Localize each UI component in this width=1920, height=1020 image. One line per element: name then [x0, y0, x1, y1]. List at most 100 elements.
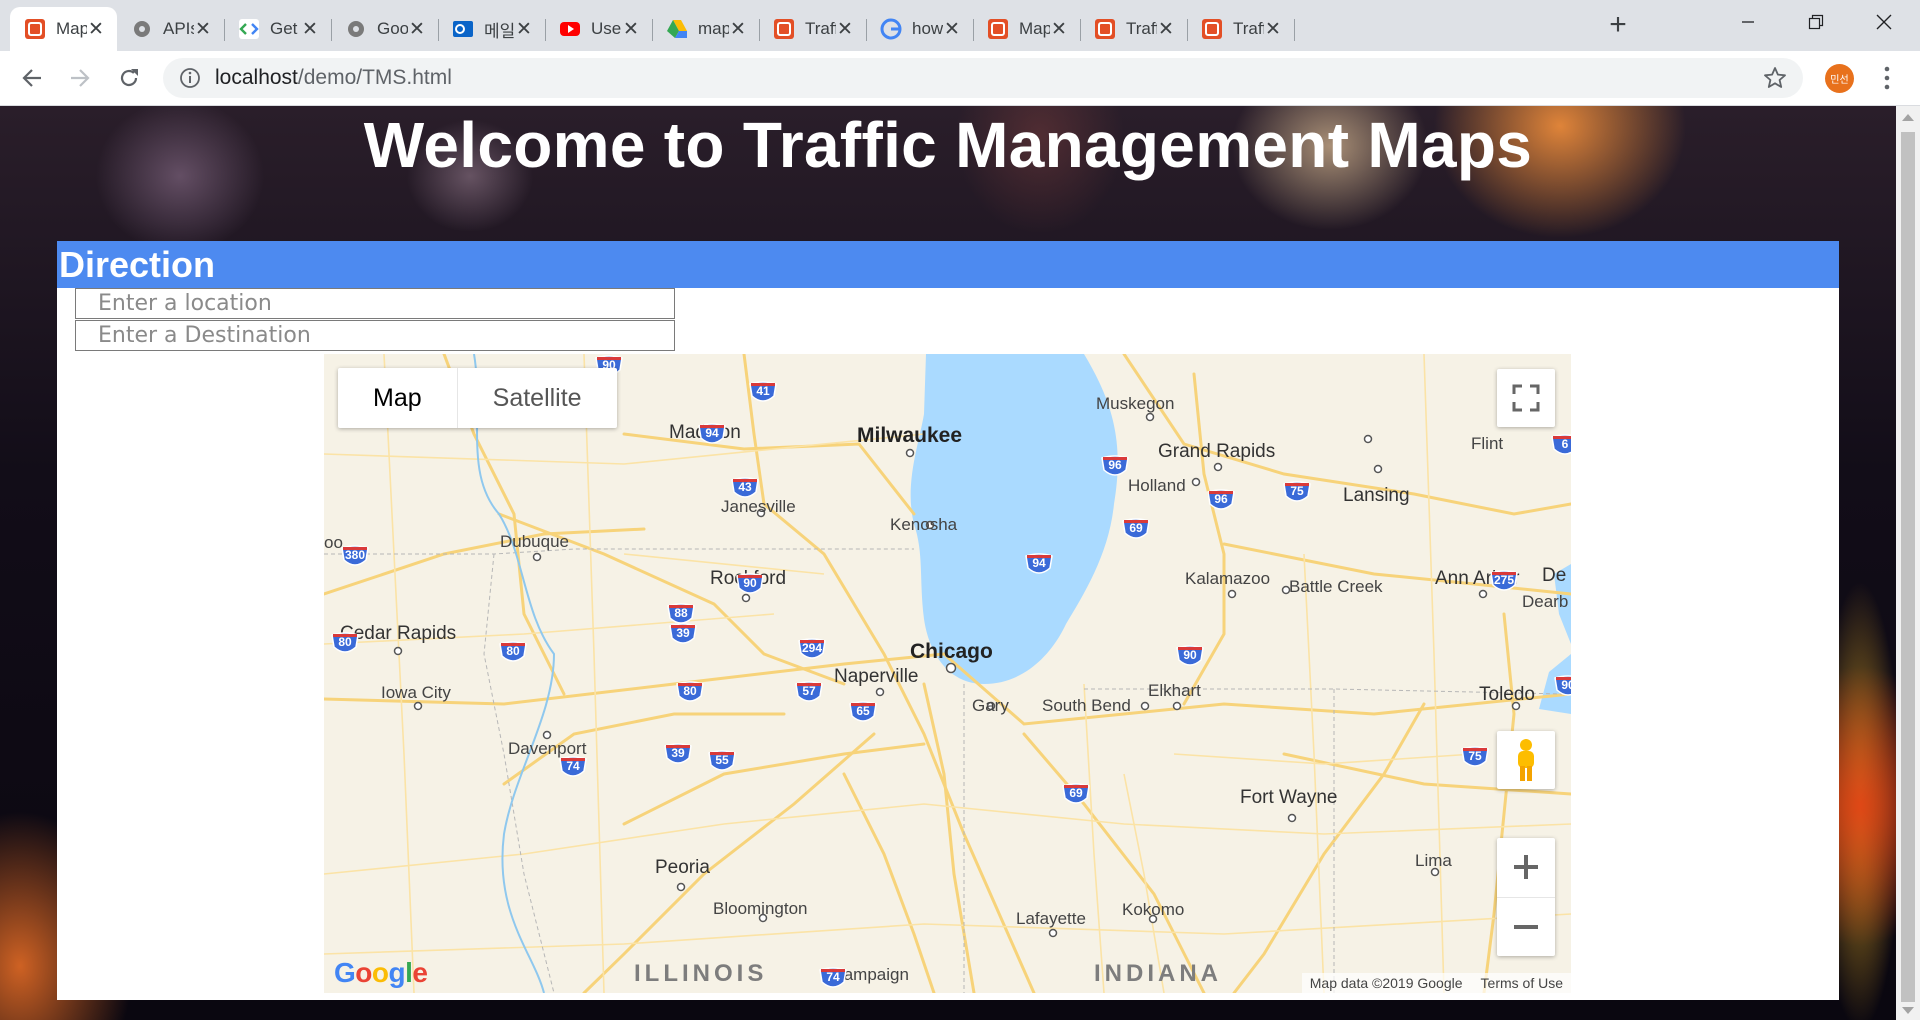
map-type-satellite-button[interactable]: Satellite — [458, 368, 617, 428]
shield-number: 96 — [1214, 492, 1228, 506]
tab-close-icon[interactable]: ✕ — [943, 18, 961, 41]
map-attribution: Map data ©2019 Google Terms of Use — [1301, 973, 1571, 993]
menu-kebab-icon[interactable] — [1880, 65, 1894, 91]
interstate-shield: 80 — [675, 680, 705, 704]
interstate-shield: 90 — [1553, 674, 1571, 698]
tab-close-icon[interactable]: ✕ — [1157, 18, 1175, 41]
restore-icon — [1808, 14, 1824, 30]
interstate-shield: 75 — [1282, 480, 1312, 504]
terms-of-use-link[interactable]: Terms of Use — [1481, 973, 1563, 993]
shield-number: 74 — [826, 970, 840, 984]
browser-tab[interactable]: Traff ✕ — [1187, 7, 1295, 51]
forward-arrow-icon — [71, 69, 90, 87]
map-label-indiana: INDIANA — [1094, 960, 1222, 987]
map-label-gary: Gary — [972, 696, 1009, 715]
plus-icon — [1514, 855, 1538, 880]
tab-close-icon[interactable]: ✕ — [1050, 18, 1068, 41]
minimize-window-button[interactable] — [1714, 0, 1782, 44]
map-label-kalamazoo: Kalamazoo — [1185, 569, 1271, 588]
html5-icon — [1201, 18, 1223, 40]
shield-number: 65 — [856, 704, 870, 718]
forward-button[interactable] — [61, 59, 99, 97]
google-map[interactable]: Milwaukee Chicago Madison Muskegon Grand… — [324, 354, 1571, 993]
browser-tab[interactable]: Map ✕ — [973, 7, 1081, 51]
browser-tab[interactable]: Use ✕ — [545, 7, 653, 51]
shield-number: 39 — [676, 626, 690, 640]
browser-tab[interactable]: Get A✕ — [224, 7, 332, 51]
tab-title: 메일 — [484, 21, 515, 41]
tab-close-icon[interactable]: ✕ — [515, 18, 533, 41]
fullscreen-icon — [1512, 384, 1540, 412]
url-text[interactable]: localhost/demo/TMS.html — [215, 66, 452, 90]
tab-close-icon[interactable]: ✕ — [408, 18, 426, 41]
close-window-button[interactable] — [1850, 0, 1918, 44]
map-label-south-bend: South Bend — [1042, 696, 1131, 715]
interstate-shield: 275 — [1489, 569, 1519, 593]
interstate-shield: 74 — [558, 755, 588, 779]
map-label-lansing: Lansing — [1343, 485, 1410, 506]
address-bar[interactable]: localhost/demo/TMS.html — [163, 58, 1803, 98]
shield-number: 90 — [743, 576, 757, 590]
tab-close-icon[interactable]: ✕ — [729, 18, 747, 41]
browser-tab[interactable]: Map ✕ — [10, 7, 117, 51]
tab-title: map — [698, 19, 729, 38]
map-label-muskegon: Muskegon — [1096, 394, 1175, 413]
url-path: /demo/TMS.html — [297, 66, 452, 89]
gear-icon — [131, 18, 153, 40]
tab-close-icon[interactable]: ✕ — [836, 18, 854, 41]
page-title: Welcome to Traffic Management Maps — [363, 109, 1533, 181]
browser-tab-strip: Map✕APIs✕Get A✕Goo✕메일✕Use✕map✕Traff✕how✕… — [0, 0, 1920, 51]
zoom-out-button[interactable] — [1497, 898, 1555, 957]
browser-tab[interactable]: map ✕ — [652, 7, 760, 51]
street-view-pegman[interactable] — [1497, 731, 1555, 789]
shield-number: 96 — [1108, 458, 1122, 472]
google-logo[interactable]: Google — [334, 957, 428, 989]
restore-window-button[interactable] — [1782, 0, 1850, 44]
tab-separator — [1294, 19, 1295, 41]
back-button[interactable] — [13, 59, 51, 97]
google-icon — [880, 18, 902, 40]
shield-number: 380 — [344, 548, 366, 562]
interstate-shield: 57 — [794, 680, 824, 704]
html5-icon — [1094, 18, 1116, 40]
url-host: localhost — [215, 66, 298, 89]
browser-tab[interactable]: how ✕ — [866, 7, 974, 51]
interstate-shield: 55 — [707, 749, 737, 773]
destination-input[interactable] — [75, 320, 675, 351]
tab-close-icon[interactable]: ✕ — [1264, 18, 1282, 41]
tab-close-icon[interactable]: ✕ — [87, 18, 105, 41]
reload-button[interactable] — [110, 59, 148, 97]
map-type-map-button[interactable]: Map — [338, 368, 458, 428]
interstate-shield: 6 — [1550, 433, 1571, 457]
fullscreen-button[interactable] — [1497, 369, 1555, 427]
browser-tab[interactable]: Traff ✕ — [1080, 7, 1188, 51]
bookmark-star-icon[interactable] — [1763, 66, 1787, 90]
scroll-up-arrow-icon[interactable] — [1902, 114, 1914, 121]
browser-tab[interactable]: 메일 ✕ — [438, 7, 546, 51]
map-label-grand-rapids: Grand Rapids — [1158, 441, 1276, 462]
browser-tab[interactable]: APIs✕ — [117, 7, 225, 51]
reload-icon — [120, 69, 138, 87]
shield-number: 80 — [506, 644, 520, 658]
browser-toolbar: localhost/demo/TMS.html 민선 — [0, 51, 1920, 106]
scroll-down-arrow-icon[interactable] — [1902, 1007, 1914, 1014]
tab-close-icon[interactable]: ✕ — [194, 18, 212, 41]
profile-avatar[interactable]: 민선 — [1825, 64, 1854, 93]
new-tab-button[interactable]: + — [1603, 8, 1633, 42]
minimize-icon — [1742, 21, 1754, 23]
browser-tab[interactable]: Goo ✕ — [331, 7, 439, 51]
html5-icon — [987, 18, 1009, 40]
info-icon[interactable] — [179, 67, 201, 89]
scrollbar-thumb[interactable] — [1901, 132, 1915, 1002]
interstate-shield: 90 — [735, 572, 765, 596]
minus-icon — [1514, 924, 1538, 929]
zoom-in-button[interactable] — [1497, 838, 1555, 898]
origin-input[interactable] — [75, 288, 675, 319]
interstate-shield: 69 — [1121, 517, 1151, 541]
interstate-shield: 39 — [668, 622, 698, 646]
tab-close-icon[interactable]: ✕ — [622, 18, 640, 41]
browser-tab[interactable]: Traff ✕ — [759, 7, 867, 51]
tab-close-icon[interactable]: ✕ — [301, 18, 319, 41]
map-label-milwaukee: Milwaukee — [857, 424, 963, 447]
page-scrollbar[interactable] — [1896, 106, 1920, 1020]
